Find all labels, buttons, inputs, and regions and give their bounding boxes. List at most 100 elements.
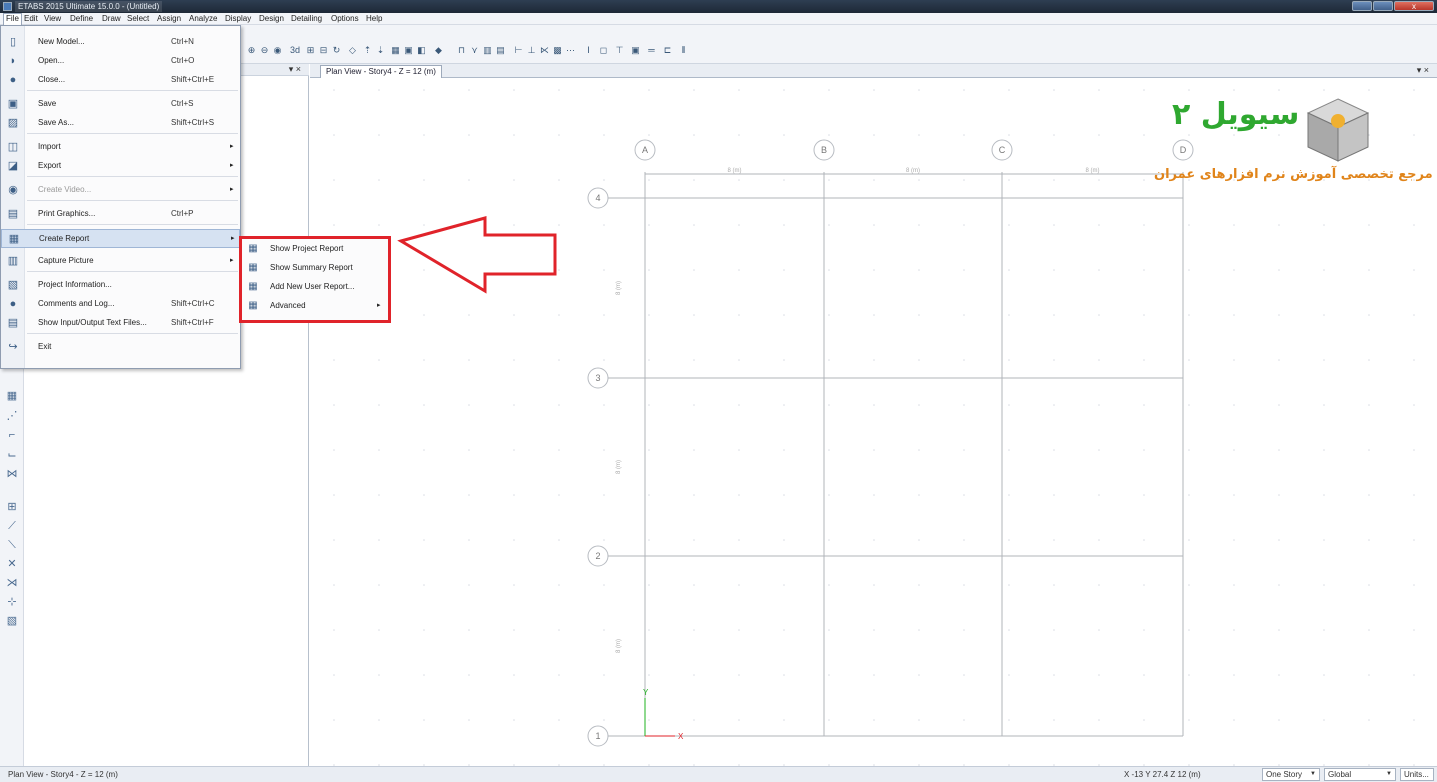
menu-help[interactable]: Help [366, 14, 382, 23]
assign-pier-icon[interactable]: ⊏ [662, 45, 673, 56]
menu-draw[interactable]: Draw [102, 14, 121, 23]
snap-extension-icon[interactable]: ✕ [6, 557, 18, 571]
minimize-button[interactable] [1352, 1, 1372, 11]
file-menu-item-new-model[interactable]: ▯ New Model... Ctrl+N [1, 33, 240, 52]
close-window-button[interactable]: x [1394, 1, 1434, 11]
set-display-icon[interactable]: ▣ [403, 45, 414, 56]
maximize-button[interactable] [1373, 1, 1393, 11]
grid-bubble-label-A: A [642, 145, 648, 155]
snap-point-icon[interactable]: ⋰ [6, 409, 18, 423]
import-icon: ◫ [7, 141, 19, 153]
menu-define[interactable]: Define [70, 14, 93, 23]
grid-bubble-label-1: 1 [595, 731, 600, 741]
file-menu-item-save[interactable]: ▣ Save Ctrl+S [1, 95, 240, 114]
menu-select[interactable]: Select [127, 14, 149, 23]
file-menu-item-label: Open... [38, 56, 65, 65]
menu-file[interactable]: File [3, 13, 22, 25]
rotate-icon[interactable]: ↻ [331, 45, 342, 56]
draw-column-icon[interactable]: ⊥ [526, 45, 537, 56]
file-menu-item-show-input-output-text-files[interactable]: ▤ Show Input/Output Text Files... Shift+Ct… [1, 314, 240, 333]
file-menu-item-print-graphics[interactable]: ▤ Print Graphics... Ctrl+P [1, 205, 240, 224]
dimension-label-y: 8 (m) [616, 639, 622, 653]
perspective-icon[interactable]: ◇ [347, 45, 358, 56]
assign-spring-icon[interactable]: ⫴ [678, 45, 689, 56]
draw-beam-icon[interactable]: ⊢ [513, 45, 524, 56]
move-down-icon[interactable]: ⇣ [375, 45, 386, 56]
file-menu-item-export[interactable]: ◪ Export ▸ [1, 157, 240, 176]
axis-x-label: X [678, 732, 684, 741]
snap-grid-icon[interactable]: ⊞ [6, 500, 18, 514]
snap-fine-grid-icon[interactable]: ⊹ [6, 595, 18, 609]
assign-diaphragm-icon[interactable]: ═ [646, 45, 657, 56]
menu-display[interactable]: Display [225, 14, 251, 23]
menu-separator [27, 133, 238, 134]
file-menu-item-label: Print Graphics... [38, 209, 96, 218]
snap-middle-icon[interactable]: ⌙ [6, 448, 18, 462]
file-menu-item-close[interactable]: ● Close... Shift+Ctrl+E [1, 71, 240, 90]
assign-load-icon[interactable]: ▣ [630, 45, 641, 56]
plan-view-close-button[interactable]: ▾ × [1417, 65, 1429, 76]
coord-system-select[interactable]: Global ▼ [1324, 768, 1396, 781]
object-shrink-icon[interactable]: ▦ [390, 45, 401, 56]
civil2-watermark: سیویل ۲ مرجع تخصصی آموزش نرم افزارهای عم… [1150, 95, 1437, 195]
assign-restraint-icon[interactable]: ⊤ [614, 45, 625, 56]
zoom-out-icon[interactable]: ⊖ [259, 45, 270, 56]
dimension-label-x: 8 (m) [906, 168, 920, 174]
snap-perpendicular-icon[interactable]: ⟍ [6, 538, 18, 552]
file-menu-item-shortcut: Shift+Ctrl+E [171, 75, 215, 84]
file-menu-item-create-video[interactable]: ◉ Create Video... ▸ [1, 181, 240, 200]
submenu-red-frame [239, 236, 391, 323]
snap-line-icon[interactable]: ⟋ [6, 519, 18, 533]
elevation-view-icon[interactable]: ⊟ [318, 45, 329, 56]
units-button[interactable]: Units... [1400, 768, 1434, 781]
menu-assign[interactable]: Assign [157, 14, 181, 23]
grid-icon[interactable]: ▦ [6, 389, 18, 403]
file-menu-item-open[interactable]: ◗ Open... Ctrl+O [1, 52, 240, 71]
zoom-fit-icon[interactable]: ◉ [272, 45, 283, 56]
snap-parallel-icon[interactable]: ⋊ [6, 576, 18, 590]
shaded-view-icon[interactable]: ◆ [433, 45, 444, 56]
logo-title: سیویل ۲ [1172, 97, 1300, 132]
menu-edit[interactable]: Edit [24, 14, 38, 23]
file-menu-item-comments-and-log[interactable]: ● Comments and Log... Shift+Ctrl+C [1, 295, 240, 314]
menu-detailing[interactable]: Detailing [291, 14, 322, 23]
file-menu-item-exit[interactable]: ↪ Exit [1, 338, 240, 357]
file-menu-item-capture-picture[interactable]: ▥ Capture Picture ▸ [1, 252, 240, 271]
model-explorer-close-button[interactable]: ▾ × [289, 64, 301, 75]
draw-wall-icon[interactable]: ▥ [482, 45, 493, 56]
draw-brace-icon[interactable]: ⋉ [539, 45, 550, 56]
move-up-icon[interactable]: ⇡ [362, 45, 373, 56]
file-menu-item-create-report[interactable]: ▦ Create Report ▸ [1, 229, 240, 248]
menu-options[interactable]: Options [331, 14, 359, 23]
file-menu-item-label: Comments and Log... [38, 299, 115, 308]
submenu-arrow-icon: ▸ [230, 162, 234, 169]
snap-off-icon[interactable]: ▧ [6, 614, 18, 628]
window-title: ETABS 2015 Ultimate 15.0.0 - (Untitled) [15, 1, 163, 12]
select-frame-icon[interactable]: ⊓ [456, 45, 467, 56]
file-menu-item-shortcut: Ctrl+S [171, 99, 194, 108]
file-menu-item-save-as[interactable]: ▨ Save As... Shift+Ctrl+S [1, 114, 240, 133]
tab-plan-view[interactable]: Plan View - Story4 - Z = 12 (m) [320, 65, 442, 78]
plan-view-icon[interactable]: ⊞ [305, 45, 316, 56]
snap-intersection-icon[interactable]: ⋈ [6, 467, 18, 481]
menu-design[interactable]: Design [259, 14, 284, 23]
file-menu-item-label: Import [38, 142, 61, 151]
display-options-icon[interactable]: ◧ [416, 45, 427, 56]
view-3d-icon[interactable]: 3d [287, 45, 303, 56]
draw-slab-icon[interactable]: ▤ [495, 45, 506, 56]
story-select[interactable]: One Story ▼ [1262, 768, 1320, 781]
draw-link-icon[interactable]: ⋯ [565, 45, 576, 56]
menu-view[interactable]: View [44, 14, 61, 23]
assign-area-icon[interactable]: ◻ [598, 45, 609, 56]
menu-analyze[interactable]: Analyze [189, 14, 217, 23]
draw-area-icon[interactable]: ▩ [552, 45, 563, 56]
file-menu-item-label: Capture Picture [38, 256, 94, 265]
assign-section-icon[interactable]: I [583, 45, 594, 56]
new-model-icon: ▯ [9, 36, 17, 48]
file-menu-item-project-information[interactable]: ▧ Project Information... [1, 276, 240, 295]
zoom-in-icon[interactable]: ⊕ [246, 45, 257, 56]
snap-end-icon[interactable]: ⌐ [6, 428, 18, 442]
file-menu-item-import[interactable]: ◫ Import ▸ [1, 138, 240, 157]
file-menu-item-shortcut: Ctrl+P [171, 209, 194, 218]
select-pointer-icon[interactable]: ⋎ [469, 45, 480, 56]
